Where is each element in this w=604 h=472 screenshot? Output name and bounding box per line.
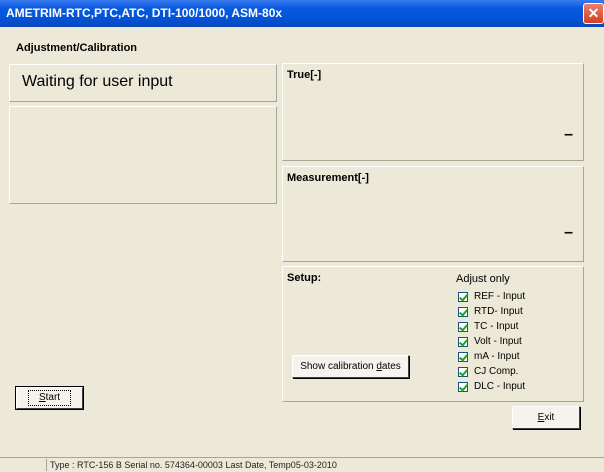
option-label: CJ Comp.	[474, 366, 519, 377]
checkbox-ref-input[interactable]	[458, 291, 468, 302]
true-value-panel: True[-] –	[282, 63, 584, 161]
status-message: Waiting for user input	[22, 73, 173, 90]
setup-label: Setup:	[287, 272, 322, 284]
true-value-readout: –	[564, 126, 573, 143]
status-panel: Waiting for user input	[9, 64, 277, 102]
checkbox-ma-input[interactable]	[458, 351, 468, 362]
checkbox-cj-comp[interactable]	[458, 366, 468, 377]
option-ref-input[interactable]: REF - Input	[458, 289, 525, 304]
option-label: mA - Input	[474, 351, 520, 362]
checkbox-rtd-input[interactable]	[458, 306, 468, 317]
option-rtd-input[interactable]: RTD- Input	[458, 304, 525, 319]
window-title: AMETRIM-RTC,PTC,ATC, DTI-100/1000, ASM-8…	[6, 6, 283, 20]
option-label: DLC - Input	[474, 381, 526, 392]
adjust-options-list: REF - Input RTD- Input TC - Input Volt -…	[458, 289, 525, 394]
option-dlc-input[interactable]: DLC - Input	[458, 379, 525, 394]
button-label-post: ates	[381, 361, 401, 372]
show-calibration-dates-button[interactable]: Show calibration dates	[292, 355, 409, 378]
adjust-only-title: Adjust only	[456, 273, 510, 285]
option-label: RTD- Input	[474, 306, 523, 317]
option-label: TC - Input	[474, 321, 519, 332]
button-label-hotkey: S	[38, 392, 46, 403]
info-panel	[9, 106, 277, 204]
status-bar: Type : RTC-156 B Serial no. 574364-00003…	[0, 457, 604, 471]
checkbox-tc-input[interactable]	[458, 321, 468, 332]
start-focus-rect: Start	[27, 390, 72, 406]
option-volt-input[interactable]: Volt - Input	[458, 334, 525, 349]
close-icon[interactable]: ✕	[583, 3, 604, 24]
start-button[interactable]: Start	[15, 386, 84, 410]
option-ma-input[interactable]: mA - Input	[458, 349, 525, 364]
measurement-label: Measurement[-]	[287, 172, 369, 184]
status-bar-text: Type : RTC-156 B Serial no. 574364-00003…	[46, 459, 604, 471]
option-label: Volt - Input	[474, 336, 522, 347]
checkbox-dlc-input[interactable]	[458, 381, 468, 392]
setup-panel: Setup: Adjust only REF - Input RTD- Inpu…	[282, 266, 584, 402]
measurement-panel: Measurement[-] –	[282, 166, 584, 262]
exit-button[interactable]: Exit	[512, 406, 580, 429]
option-label: REF - Input	[474, 291, 526, 302]
measurement-readout: –	[564, 224, 573, 241]
button-label-post: tart	[45, 392, 61, 403]
checkbox-volt-input[interactable]	[458, 336, 468, 347]
option-tc-input[interactable]: TC - Input	[458, 319, 525, 334]
button-label-pre: Show calibration	[300, 361, 377, 372]
button-label-post: xit	[544, 412, 555, 423]
title-bar: AMETRIM-RTC,PTC,ATC, DTI-100/1000, ASM-8…	[0, 0, 604, 27]
option-cj-comp[interactable]: CJ Comp.	[458, 364, 525, 379]
true-value-label: True[-]	[287, 69, 322, 81]
section-title: Adjustment/Calibration	[16, 42, 138, 54]
